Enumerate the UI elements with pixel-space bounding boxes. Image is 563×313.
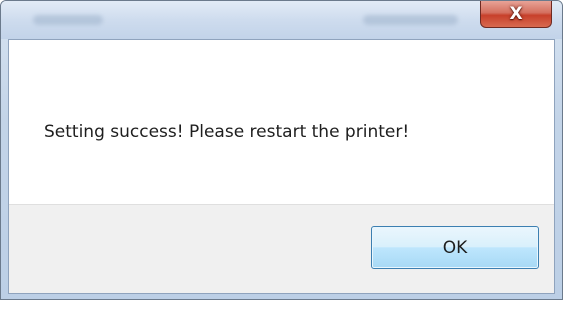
background-strip [0, 300, 563, 313]
dialog-message: Setting success! Please restart the prin… [44, 122, 410, 142]
message-area: Setting success! Please restart the prin… [9, 40, 554, 204]
title-bar[interactable]: X [1, 1, 562, 39]
blurred-title-text-left [33, 15, 103, 25]
screen: X Setting success! Please restart the pr… [0, 0, 563, 313]
close-button[interactable]: X [480, 1, 552, 28]
button-area: OK [9, 204, 554, 293]
ok-button[interactable]: OK [371, 226, 539, 269]
close-icon: X [509, 4, 523, 24]
dialog-client-area: Setting success! Please restart the prin… [8, 39, 555, 294]
blurred-title-text-right [363, 15, 458, 25]
message-dialog-window: X Setting success! Please restart the pr… [0, 0, 563, 300]
